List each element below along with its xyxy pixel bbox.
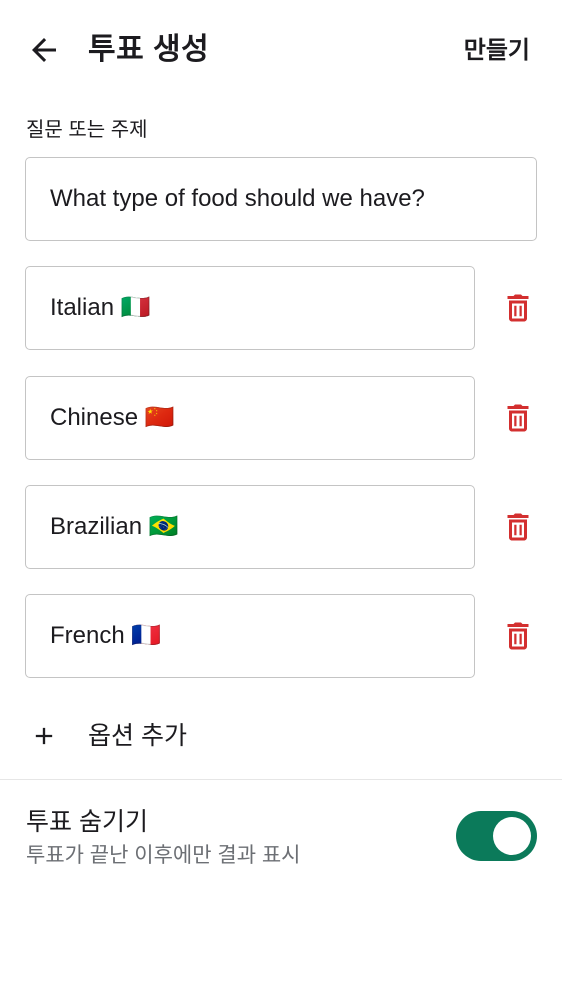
arrow-left-icon — [32, 38, 56, 62]
option-input-value: French 🇫🇷 — [50, 622, 162, 649]
delete-option-button-4[interactable] — [500, 618, 536, 654]
hide-votes-title: 투표 숨기기 — [26, 808, 148, 836]
create-button[interactable]: 만들기 — [464, 34, 530, 68]
toggle-knob — [493, 817, 531, 855]
delete-option-button-1[interactable] — [500, 290, 536, 326]
option-input-value: Chinese 🇨🇳 — [50, 404, 175, 431]
delete-option-button-3[interactable] — [500, 509, 536, 545]
trash-icon — [507, 404, 529, 432]
divider — [0, 779, 562, 780]
hide-votes-subtitle: 투표가 끝난 이후에만 결과 표시 — [26, 844, 301, 867]
delete-option-button-2[interactable] — [500, 400, 536, 436]
plus-icon — [35, 727, 53, 745]
add-option-label: 옵션 추가 — [88, 722, 187, 750]
trash-icon — [507, 513, 529, 541]
back-button[interactable] — [26, 32, 62, 68]
trash-icon — [507, 294, 529, 322]
question-label: 질문 또는 주제 — [26, 119, 148, 141]
trash-icon — [507, 622, 529, 650]
option-input-3[interactable]: Brazilian 🇧🇷 — [25, 485, 475, 569]
page-title: 투표 생성 — [88, 33, 210, 66]
question-input-value: What type of food should we have? — [50, 185, 425, 212]
add-option-button[interactable]: 옵션 추가 — [0, 706, 562, 766]
option-input-value: Brazilian 🇧🇷 — [50, 513, 179, 540]
app-bar: 투표 생성 만들기 — [0, 0, 562, 100]
question-input[interactable]: What type of food should we have? — [25, 157, 537, 241]
hide-votes-toggle[interactable] — [456, 811, 537, 861]
option-input-4[interactable]: French 🇫🇷 — [25, 594, 475, 678]
option-input-2[interactable]: Chinese 🇨🇳 — [25, 376, 475, 460]
option-input-value: Italian 🇮🇹 — [50, 294, 151, 321]
option-input-1[interactable]: Italian 🇮🇹 — [25, 266, 475, 350]
